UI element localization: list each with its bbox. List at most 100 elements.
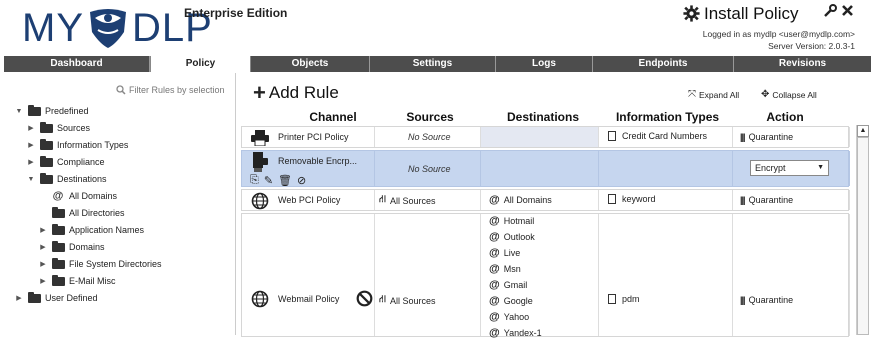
trash-icon[interactable]: 🗑 — [278, 174, 292, 187]
search-icon — [116, 85, 126, 95]
disabled-icon[interactable] — [356, 290, 373, 309]
expand-all-button[interactable]: ⤧ Expand All — [688, 89, 739, 100]
main-tab-bar: Dashboard Policy Objects Settings Logs E… — [4, 56, 871, 72]
expand-arrow-icon[interactable]: ▶ — [14, 294, 24, 302]
collapse-all-button[interactable]: ✥ Collapse All — [761, 89, 817, 100]
rule-row-web[interactable]: Web PCI Policy ⛙ All Sources @ All Domai… — [241, 189, 850, 211]
column-header-destinations: Destinations — [506, 110, 579, 124]
close-icon[interactable] — [841, 4, 854, 22]
disable-icon[interactable]: ⊘ — [297, 174, 306, 187]
destination-item: @ Hotmail — [489, 215, 535, 227]
destination-item: @ Yahoo — [489, 311, 530, 323]
tab-logs[interactable]: Logs — [496, 56, 593, 72]
folder-icon — [26, 104, 42, 117]
expand-arrow-icon[interactable]: ▶ — [26, 141, 36, 149]
tab-endpoints[interactable]: Endpoints — [593, 56, 734, 72]
rule-information-type: pdm — [608, 294, 640, 304]
rule-row-removable[interactable]: Removable Encrp... ⎘ ✎ 🗑 ⊘ No Source Enc… — [241, 150, 850, 187]
folder-icon — [38, 155, 54, 168]
tree-node-all-directories[interactable]: All Directories — [48, 206, 125, 220]
edit-pencil-icon[interactable]: ✎ — [264, 174, 273, 187]
tree-node-sources[interactable]: ▶ Sources — [26, 121, 90, 135]
rule-name: Web PCI Policy — [278, 195, 341, 205]
app-header: MY DLP Enterprise Edition Install Policy… — [0, 0, 875, 56]
expand-arrow-icon[interactable]: ▶ — [38, 243, 48, 251]
tree-node-domains[interactable]: ▶ Domains — [38, 240, 105, 254]
destination-item: @ Google — [489, 295, 533, 307]
scroll-up-arrow-icon[interactable]: ▲ — [857, 125, 869, 137]
tree-node-application-names[interactable]: ▶ Application Names — [38, 223, 144, 237]
tab-settings[interactable]: Settings — [370, 56, 496, 72]
at-sign-icon: @ — [489, 194, 500, 206]
rules-scrollbar[interactable]: ▲ — [856, 125, 869, 335]
destination-item: @ Outlook — [489, 231, 535, 243]
edition-label: Enterprise Edition — [184, 6, 288, 20]
expand-arrow-icon[interactable]: ▶ — [26, 158, 36, 166]
expand-arrow-icon[interactable]: ▶ — [38, 260, 48, 268]
network-icon: ⛙ — [379, 194, 387, 205]
logged-in-text: Logged in as mydlp <user@mydlp.com> — [702, 29, 855, 39]
tree-node-user-defined[interactable]: ▶ User Defined — [14, 291, 98, 305]
tab-objects[interactable]: Objects — [251, 56, 370, 72]
printer-icon — [250, 128, 270, 148]
install-policy-label: Install Policy — [704, 4, 799, 23]
tab-revisions[interactable]: Revisions — [734, 56, 871, 72]
document-icon — [608, 194, 616, 204]
at-sign-icon: @ — [489, 215, 500, 227]
folder-icon — [38, 138, 54, 151]
expand-arrow-icon[interactable]: ▶ — [38, 277, 48, 285]
removable-storage-icon — [250, 152, 270, 172]
at-sign-icon: @ — [489, 263, 500, 275]
action-select[interactable]: Encrypt ▼ — [750, 160, 829, 176]
rule-filter-sidebar: Filter Rules by selection ▼ Predefined ▶… — [4, 73, 236, 335]
expand-arrow-icon[interactable]: ▶ — [26, 124, 36, 132]
at-sign-icon: @ — [52, 190, 64, 202]
copy-icon[interactable]: ⎘ — [250, 174, 259, 187]
tree-node-file-system-directories[interactable]: ▶ File System Directories — [38, 257, 162, 271]
tree-node-destinations[interactable]: ▼ Destinations — [26, 172, 107, 186]
quarantine-icon: ||| — [740, 295, 745, 305]
destination-item: @ Live — [489, 247, 521, 259]
tab-policy[interactable]: Policy — [150, 56, 251, 72]
rule-row-tools: ⎘ ✎ 🗑 ⊘ — [250, 174, 306, 187]
tree-node-compliance[interactable]: ▶ Compliance — [26, 155, 105, 169]
policy-rules-panel: + Add Rule ⤧ Expand All ✥ Collapse All C… — [237, 73, 871, 339]
column-header-channel: Channel — [309, 110, 357, 124]
install-policy-button[interactable]: Install Policy — [683, 4, 798, 24]
filter-rules-button[interactable]: Filter Rules by selection — [116, 85, 225, 95]
tree-node-all-domains[interactable]: @ All Domains — [48, 189, 117, 203]
add-rule-button[interactable]: + Add Rule — [253, 82, 339, 104]
rule-row-webmail[interactable]: Webmail Policy ⛙ All Sources @ Hotmail @ O… — [241, 213, 850, 339]
globe-icon — [250, 289, 270, 309]
column-header-information-types: Information Types — [615, 110, 720, 124]
wrench-icon[interactable] — [823, 4, 837, 22]
expand-icon: ⤧ — [688, 89, 696, 100]
destination-item: @ Msn — [489, 263, 521, 275]
rule-row-printer[interactable]: Printer PCI Policy No Source Credit Card… — [241, 126, 850, 148]
folder-icon — [50, 206, 66, 219]
folder-icon — [50, 257, 66, 270]
folder-icon — [38, 121, 54, 134]
logo-shield-eye-icon — [86, 6, 130, 50]
tree-node-email-misc[interactable]: ▶ E-Mail Misc — [38, 274, 116, 288]
tree-node-information-types[interactable]: ▶ Information Types — [26, 138, 128, 152]
destination-item: @ Gmail — [489, 279, 528, 291]
rule-sources: ⛙ All Sources — [379, 294, 436, 306]
collapse-arrow-icon[interactable]: ▼ — [14, 108, 24, 115]
folder-icon — [50, 223, 66, 236]
collapse-arrow-icon[interactable]: ▼ — [26, 176, 36, 183]
collapse-icon: ✥ — [761, 89, 770, 100]
rule-action: ||| Quarantine — [740, 295, 794, 305]
tab-dashboard[interactable]: Dashboard — [4, 56, 150, 72]
tree-node-predefined[interactable]: ▼ Predefined — [14, 104, 89, 118]
quarantine-icon: ||| — [740, 132, 745, 142]
header-tools — [823, 4, 854, 22]
expand-arrow-icon[interactable]: ▶ — [38, 226, 48, 234]
rule-information-type: Credit Card Numbers — [608, 131, 707, 141]
at-sign-icon: @ — [489, 311, 500, 323]
rule-information-type: keyword — [608, 194, 656, 204]
gear-icon — [683, 4, 700, 24]
scrollbar-thumb[interactable] — [857, 137, 869, 335]
document-icon — [608, 294, 616, 304]
folder-icon — [38, 172, 54, 185]
